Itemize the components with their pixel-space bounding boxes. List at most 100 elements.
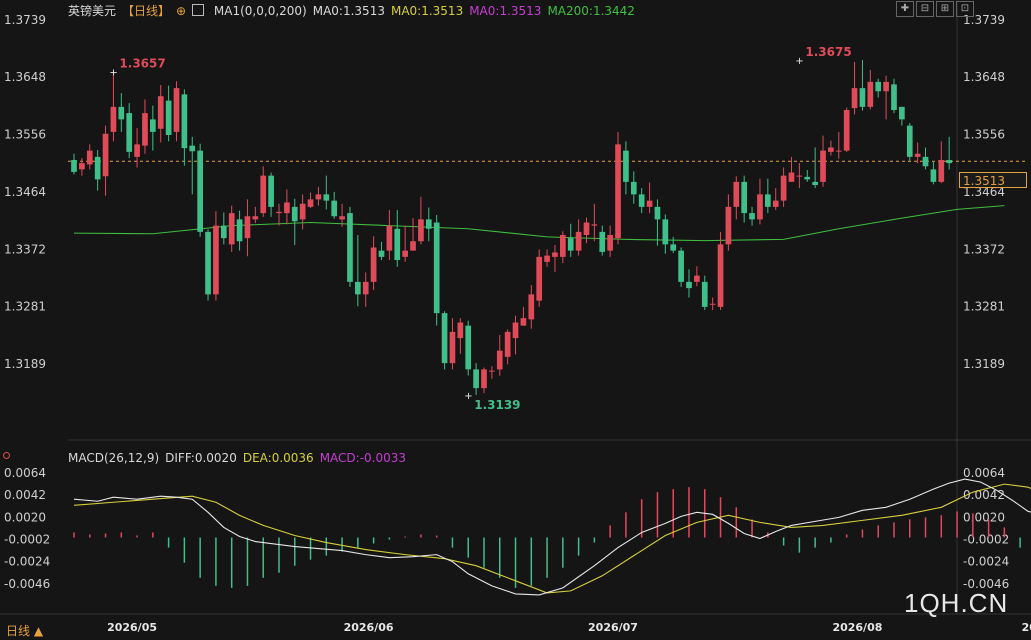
candle-body <box>906 125 913 157</box>
symbol-name[interactable]: 英镑美元 <box>68 4 116 18</box>
ma200-label: MA200:1.3442 <box>547 4 635 18</box>
candle-body <box>567 238 574 251</box>
ma-a-label: MA0:1.3513 <box>312 4 385 18</box>
macd-tick-right: 0.0042 <box>963 488 1005 502</box>
dea-line <box>73 483 1031 594</box>
candle-body <box>102 133 109 177</box>
extreme-marker-icon: + <box>464 391 472 402</box>
candle-body <box>552 252 558 257</box>
candle-body <box>134 144 140 157</box>
candle-body <box>804 176 811 180</box>
price-tick-left: 1.3739 <box>4 13 46 27</box>
candle-body <box>630 181 637 195</box>
macd-dea: DEA:0.0036 <box>242 451 314 465</box>
candle-body <box>236 219 243 242</box>
candle-body <box>757 194 763 220</box>
indicator-dot-icon[interactable] <box>3 452 10 459</box>
candle-body <box>299 203 306 220</box>
diff-line <box>73 478 1031 596</box>
price-tick-left: 1.3189 <box>4 357 46 371</box>
ma-b-label: MA0:1.3513 <box>390 4 464 18</box>
price-tick-left: 1.3281 <box>4 299 46 313</box>
price-tick-left: 1.3372 <box>4 242 46 256</box>
price-tick-left: 1.3464 <box>4 185 46 199</box>
chart-header: 英镑美元 【日线】 ⊕ MA1(0,0,0,200) MA0:1.3513 MA0:1.… <box>68 2 641 19</box>
candle-body <box>859 88 866 107</box>
candle-body <box>599 231 606 252</box>
candle-body <box>843 110 850 151</box>
candle-body <box>291 206 298 222</box>
candle-body <box>528 294 535 320</box>
candle-body <box>433 222 440 314</box>
candle-body <box>441 313 448 364</box>
price-tick-right: 1.3281 <box>963 299 1005 313</box>
extreme-marker-icon: + <box>795 56 803 67</box>
candle-body <box>654 206 661 220</box>
period-selector[interactable]: 日线 ▲ <box>6 622 43 639</box>
candle-body <box>764 194 771 207</box>
macd-tick-left: 0.0064 <box>4 466 46 480</box>
candle-body <box>536 256 543 301</box>
crosshair-icon[interactable]: ✚ <box>896 1 914 17</box>
macd-diff: DIFF:0.0020 <box>165 451 237 465</box>
macd-tick-right: -0.0002 <box>963 533 1009 547</box>
candle-body <box>118 106 125 120</box>
candle-body <box>694 275 700 282</box>
candle-body <box>228 213 235 245</box>
candle-body <box>583 222 590 235</box>
macd-tick-right: 0.0064 <box>963 466 1005 480</box>
price-tick-right: 1.3372 <box>963 242 1005 256</box>
watermark: 1QH.CN <box>904 588 1009 618</box>
date-tick: 2026/08 <box>832 621 882 634</box>
candle-body <box>126 113 133 152</box>
price-chart[interactable]: 1.3739 1.37391.3648 1.36481.3556 1.35561.34… <box>0 0 1031 640</box>
candle-body <box>922 156 929 167</box>
candle-body <box>260 175 267 214</box>
current-price-tag: 1.3513 <box>959 172 1027 188</box>
price-tick-right: 1.3189 <box>963 357 1005 371</box>
extreme-label: 1.3675 <box>805 45 851 59</box>
candle-body <box>733 181 740 207</box>
candle-body <box>662 219 669 245</box>
macd-tick-left: 0.0042 <box>4 488 46 502</box>
zoom-in-icon[interactable]: ⊞ <box>936 1 954 17</box>
candle-body <box>457 322 464 339</box>
box-icon[interactable] <box>192 4 205 16</box>
candle-body <box>914 153 921 157</box>
candle-body <box>504 331 511 357</box>
candle-body <box>142 113 148 146</box>
restore-icon[interactable]: ⊡ <box>956 1 974 17</box>
candle-body <box>86 150 93 165</box>
candle-body <box>79 163 85 170</box>
candle-body <box>252 216 259 220</box>
candle-body <box>575 231 582 251</box>
candle-body <box>220 225 227 239</box>
candle-body <box>150 119 156 132</box>
candle-body <box>362 281 369 295</box>
candle-body <box>709 303 716 305</box>
candle-body <box>796 175 803 177</box>
price-tick-left: 1.3556 <box>4 127 46 141</box>
candle-body <box>496 350 503 370</box>
settings-icon[interactable]: ⊕ <box>176 4 186 18</box>
candle-body <box>402 250 408 257</box>
period-label[interactable]: 【日线】 <box>122 4 170 18</box>
candle-body <box>678 250 684 282</box>
candle-body <box>307 199 314 207</box>
candle-body <box>512 322 519 339</box>
zoom-out-icon[interactable]: ⊟ <box>916 1 934 17</box>
candle-body <box>205 231 211 295</box>
price-tick-right: 1.3648 <box>963 70 1005 84</box>
candle-body <box>418 219 424 242</box>
candle-body <box>899 106 905 120</box>
candle-body <box>717 244 724 307</box>
candle-body <box>110 106 117 132</box>
date-tick: 2026/06 <box>344 621 394 634</box>
candle-body <box>835 150 842 152</box>
candle-body <box>181 94 188 149</box>
candle-body <box>323 194 330 201</box>
candle-body <box>780 175 787 201</box>
candle-body <box>378 250 385 257</box>
macd-tick-right: -0.0024 <box>963 555 1009 569</box>
candle-body <box>544 255 550 262</box>
